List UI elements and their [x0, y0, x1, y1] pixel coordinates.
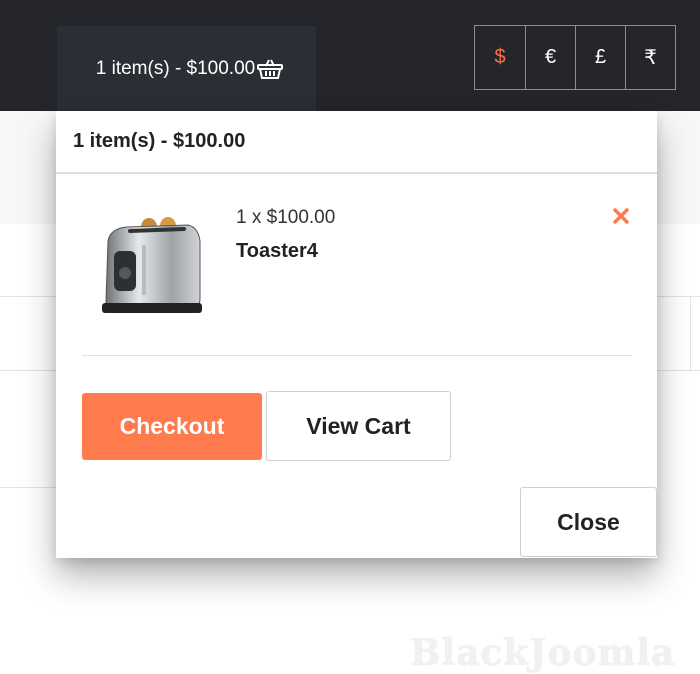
item-name[interactable]: Toaster4 [236, 240, 318, 263]
cart-toggle-button[interactable]: 1 item(s) - $100.00 [57, 26, 316, 111]
close-icon [613, 208, 629, 228]
remove-item-button[interactable] [610, 207, 632, 229]
currency-gbp-button[interactable]: £ [575, 26, 625, 89]
close-button[interactable]: Close [520, 487, 657, 557]
currency-inr-button[interactable]: ₹ [625, 26, 675, 89]
checkout-button[interactable]: Checkout [82, 393, 262, 460]
cart-dropdown: 1 item(s) - $100.00 1 x $100.00 Toaster4 [56, 111, 657, 558]
view-cart-button[interactable]: View Cart [266, 391, 451, 461]
top-bar: 1 item(s) - $100.00 $ € £ ₹ [0, 0, 700, 111]
cart-dropdown-title: 1 item(s) - $100.00 [56, 111, 657, 174]
watermark-logo: BlackJoomla [410, 632, 676, 674]
cart-summary-text: 1 item(s) - $100.00 [95, 57, 256, 79]
basket-icon [257, 58, 284, 80]
toaster-icon[interactable] [96, 211, 206, 321]
currency-eur-button[interactable]: € [525, 26, 575, 89]
currency-switcher: $ € £ ₹ [474, 25, 676, 90]
background-divider [690, 296, 691, 370]
dropdown-divider [82, 355, 632, 356]
currency-usd-button[interactable]: $ [475, 26, 525, 89]
background-divider [0, 487, 56, 488]
item-quantity-price: 1 x $100.00 [236, 207, 336, 228]
background-divider [657, 296, 700, 297]
